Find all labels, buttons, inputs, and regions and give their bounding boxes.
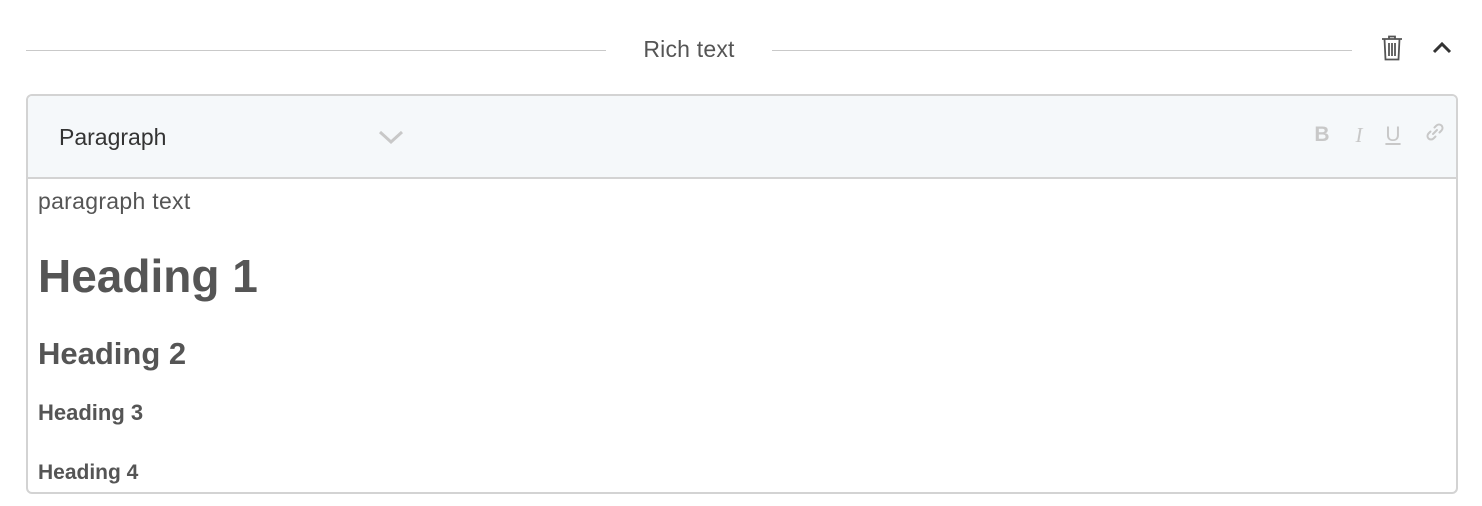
underline-button[interactable]: U [1378, 120, 1408, 150]
chevron-up-icon [1432, 41, 1452, 60]
divider-right [772, 50, 1352, 51]
bold-button[interactable]: B [1307, 120, 1337, 150]
block-type-select[interactable]: Paragraph [59, 122, 404, 154]
editor-toolbar: Paragraph B I U [28, 96, 1456, 179]
divider-left [26, 50, 606, 51]
link-button[interactable] [1420, 120, 1450, 150]
paragraph-text: paragraph text [38, 188, 191, 214]
section-title: Rich text [643, 36, 735, 62]
heading-2: Heading 2 [38, 336, 187, 371]
chevron-down-icon [377, 128, 405, 151]
trash-icon [1381, 35, 1403, 66]
rich-text-editor: Paragraph B I U paragraph text Heading 1… [26, 94, 1458, 494]
collapse-block-button[interactable] [1424, 32, 1460, 68]
heading-4: Heading 4 [38, 461, 139, 484]
block-type-value: Paragraph [59, 124, 167, 150]
delete-block-button[interactable] [1374, 32, 1410, 68]
link-icon [1424, 121, 1446, 149]
editor-content[interactable]: paragraph text Heading 1 Heading 2 Headi… [28, 179, 1456, 484]
section-header: Rich text [26, 26, 1456, 74]
italic-button[interactable]: I [1344, 120, 1374, 150]
heading-1: Heading 1 [38, 250, 258, 302]
heading-3: Heading 3 [38, 400, 144, 425]
